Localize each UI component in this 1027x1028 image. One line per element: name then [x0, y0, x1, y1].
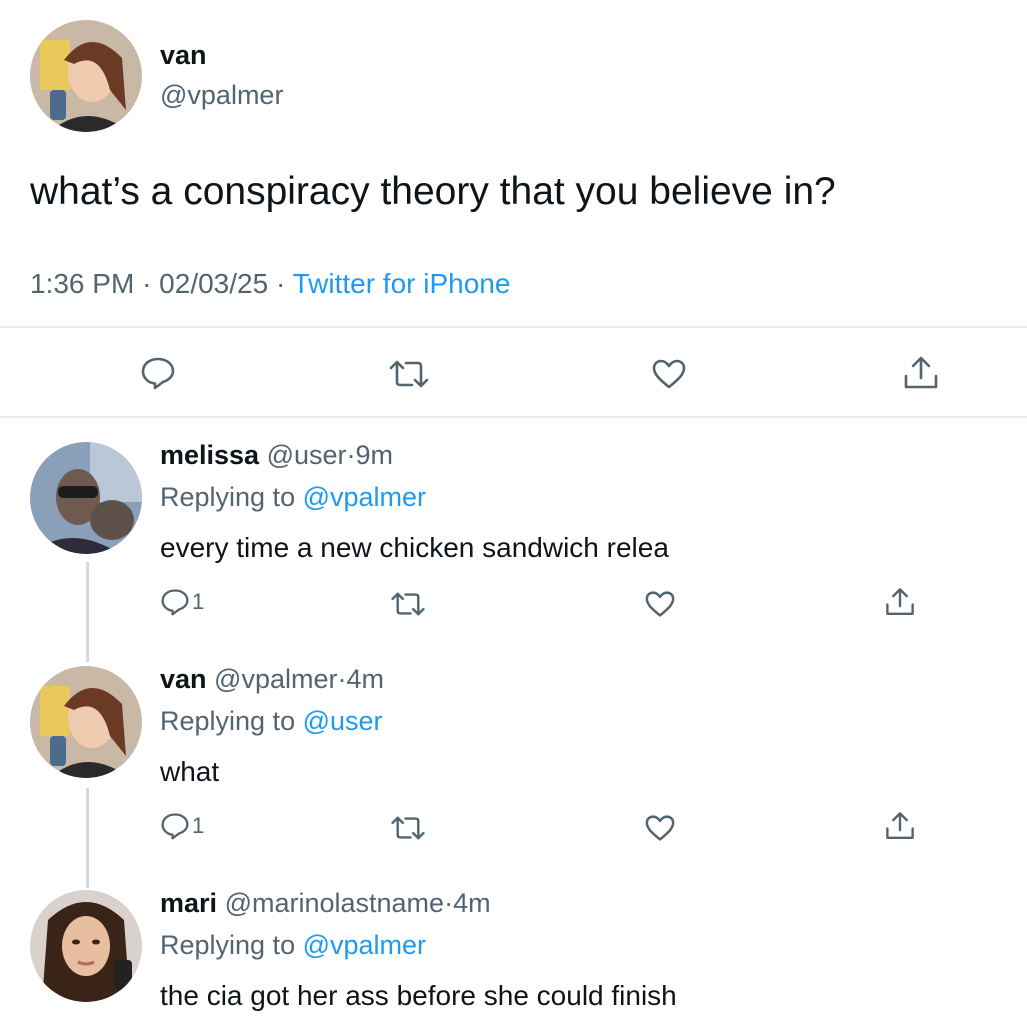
reply-author-handle[interactable]: @user — [267, 440, 347, 470]
like-icon — [645, 591, 675, 617]
meta-separator: · — [275, 268, 286, 299]
meta-separator: · — [142, 268, 152, 299]
retweet-icon — [389, 360, 429, 388]
tweet-source-link[interactable]: Twitter for iPhone — [293, 268, 511, 299]
replying-to-link[interactable]: @vpalmer — [303, 482, 426, 512]
retweet-button[interactable] — [390, 590, 426, 618]
like-button[interactable] — [644, 590, 676, 618]
reply-avatar[interactable] — [30, 890, 142, 1002]
replying-to: Replying to @user — [160, 706, 383, 737]
reply-text: every time a new chicken sandwich relea — [160, 532, 669, 563]
divider — [0, 326, 1027, 328]
share-button[interactable] — [902, 354, 940, 392]
reply-icon — [161, 589, 189, 616]
reply-header: melissa @user·9m — [160, 440, 393, 471]
share-button[interactable] — [884, 586, 916, 618]
dot-separator: · — [444, 888, 454, 918]
share-icon — [904, 356, 938, 389]
retweet-button[interactable] — [388, 358, 430, 390]
reply-count: 1 — [192, 813, 205, 838]
replying-to: Replying to @vpalmer — [160, 930, 426, 961]
reply-icon — [161, 813, 189, 840]
main-author-avatar[interactable] — [30, 20, 142, 132]
thread-line — [86, 562, 89, 662]
reply-count: 1 — [192, 589, 205, 614]
like-button[interactable] — [644, 814, 676, 842]
like-button[interactable] — [651, 358, 687, 390]
reply-time: 4m — [453, 888, 491, 918]
replying-to-link[interactable]: @user — [303, 706, 383, 736]
reply-author-handle[interactable]: @marinolastname — [225, 888, 445, 918]
replying-to-link[interactable]: @vpalmer — [303, 930, 426, 960]
reply-avatar[interactable] — [30, 666, 142, 778]
thread-line — [86, 788, 89, 888]
reply-header: mari @marinolastname·4m — [160, 888, 491, 919]
reply-button[interactable] — [140, 356, 176, 390]
reply-time: 4m — [346, 664, 385, 694]
reply-icon — [141, 357, 175, 390]
reply-author-name[interactable]: van — [160, 664, 207, 694]
retweet-icon — [391, 816, 425, 840]
like-icon — [652, 359, 686, 389]
reply-text: what — [160, 756, 220, 787]
replying-to-prefix: Replying to — [160, 706, 296, 736]
reply-text: the cia got her ass before she could fin… — [160, 980, 677, 1011]
like-icon — [645, 815, 675, 841]
tweet-time: 1:36 PM — [30, 268, 135, 299]
reply-author-name[interactable]: mari — [160, 888, 217, 918]
main-tweet-text: what’s a conspiracy theory that you beli… — [30, 170, 836, 213]
retweet-icon — [391, 592, 425, 616]
tweet-date: 02/03/25 — [159, 268, 269, 299]
reply-header: van @vpalmer·4m — [160, 664, 384, 695]
reply-author-name[interactable]: melissa — [160, 440, 259, 470]
dot-separator: · — [346, 440, 356, 470]
divider — [0, 416, 1027, 418]
reply-button[interactable]: 1 — [160, 812, 204, 840]
reply-avatar[interactable] — [30, 442, 142, 554]
main-author-name[interactable]: van — [160, 40, 207, 71]
replying-to-prefix: Replying to — [160, 930, 296, 960]
reply-button[interactable]: 1 — [160, 588, 204, 616]
share-button[interactable] — [884, 810, 916, 842]
retweet-button[interactable] — [390, 814, 426, 842]
replying-to-prefix: Replying to — [160, 482, 296, 512]
share-icon — [886, 588, 914, 615]
reply-author-handle[interactable]: @vpalmer — [214, 664, 337, 694]
dot-separator: · — [337, 664, 347, 694]
share-icon — [886, 812, 914, 839]
replying-to: Replying to @vpalmer — [160, 482, 426, 513]
reply-time: 9m — [355, 440, 394, 470]
main-tweet-meta: 1:36 PM · 02/03/25 · Twitter for iPhone — [30, 268, 510, 300]
main-author-handle[interactable]: @vpalmer — [160, 80, 283, 111]
